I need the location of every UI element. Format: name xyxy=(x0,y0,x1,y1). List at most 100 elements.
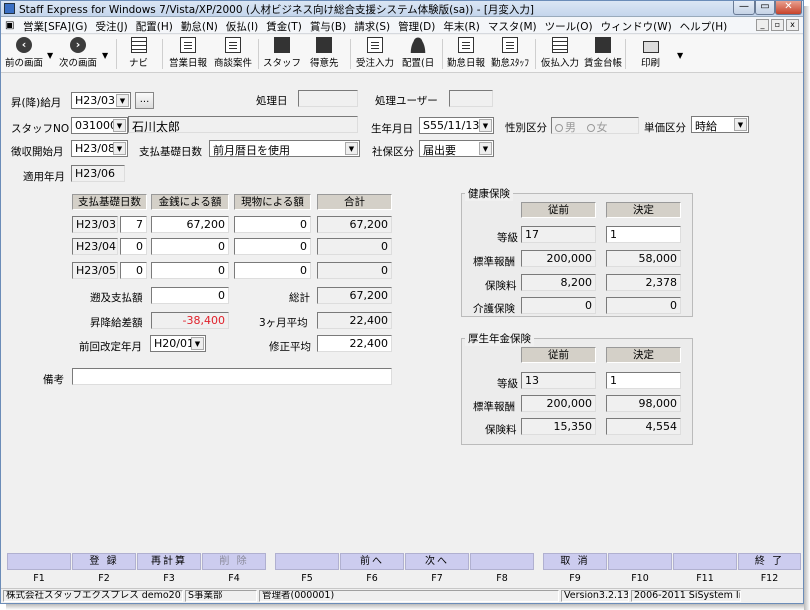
f9-cancel-button[interactable]: 取 消 xyxy=(543,553,607,570)
row1-kind-input[interactable]: 0 xyxy=(234,216,311,233)
prev-screen-button[interactable]: ‹ 前の画面 xyxy=(5,37,43,69)
minimize-button[interactable]: — xyxy=(733,1,755,15)
pension-grade-decided-input[interactable]: 1 xyxy=(606,372,681,389)
order-entry-button[interactable]: 受注入力 xyxy=(356,37,394,69)
child-close-button[interactable]: x xyxy=(786,19,799,31)
close-button[interactable]: ✕ xyxy=(775,1,802,15)
menu-wages[interactable]: 賃金(T) xyxy=(266,19,302,34)
print-dropdown-icon[interactable]: ▼ xyxy=(677,51,683,60)
order-icon xyxy=(367,37,383,53)
assignment-button[interactable]: 配置(日 xyxy=(402,37,434,69)
pension-grade-before: 13 xyxy=(521,372,596,389)
menu-help[interactable]: ヘルプ(H) xyxy=(680,19,728,34)
menu-advance[interactable]: 仮払(I) xyxy=(226,19,258,34)
staff-folder-icon xyxy=(274,37,290,53)
processing-user-label: 処理ユーザー xyxy=(375,95,438,107)
grand-total: 67,200 xyxy=(317,287,392,304)
row3-cash-input[interactable]: 0 xyxy=(151,262,229,279)
radio-male[interactable] xyxy=(555,124,563,132)
toolbar: ‹ 前の画面 ▼ › 次の画面 ▼ ナビ 営業日報 商談案件 スタッフ 得意先 … xyxy=(1,35,803,73)
maximize-button[interactable]: ▭ xyxy=(755,1,775,15)
menu-master[interactable]: マスタ(M) xyxy=(488,19,537,34)
document-edit-icon xyxy=(225,37,241,53)
wage-ledger-button[interactable]: 賃金台帳 xyxy=(584,37,622,69)
row3-kind-input[interactable]: 0 xyxy=(234,262,311,279)
next-dropdown-icon[interactable]: ▼ xyxy=(102,51,108,60)
birth-date-label: 生年月日 xyxy=(371,123,413,135)
attendance-staff-button[interactable]: 勤怠ｽﾀｯﾌ xyxy=(491,37,529,69)
menu-year-end[interactable]: 年末(R) xyxy=(443,19,480,34)
f11-key-label: F11 xyxy=(696,573,714,584)
chevron-down-icon: ▼ xyxy=(479,119,492,132)
f7-next-button[interactable]: 次へ xyxy=(405,553,469,570)
chevron-down-icon: ▼ xyxy=(113,119,126,132)
next-screen-button[interactable]: › 次の画面 xyxy=(59,37,97,69)
adjusted-avg-input[interactable]: 22,400 xyxy=(317,335,392,352)
f2-register-button[interactable]: 登 録 xyxy=(72,553,136,570)
child-restore-button[interactable]: ▫ xyxy=(771,19,784,31)
f11-button[interactable] xyxy=(673,553,737,570)
f6-prev-button[interactable]: 前へ xyxy=(340,553,404,570)
arrow-right-icon: › xyxy=(70,37,86,53)
remarks-input[interactable] xyxy=(72,368,392,385)
window-title: Staff Express for Windows 7/Vista/XP/200… xyxy=(19,4,535,16)
child-minimize-button[interactable]: _ xyxy=(756,19,769,31)
header-pay-days: 支払基礎日数 xyxy=(72,194,147,210)
menu-tools[interactable]: ツール(O) xyxy=(545,19,593,34)
f7-key-label: F7 xyxy=(431,573,443,584)
attendance-daily-button[interactable]: 勤怠日報 xyxy=(447,37,485,69)
f4-delete-button[interactable]: 削 除 xyxy=(202,553,266,570)
birth-date-select[interactable]: S55/11/13 ▼ xyxy=(419,117,494,134)
menu-orders[interactable]: 受注(J) xyxy=(95,19,127,34)
collection-start-select[interactable]: H23/08 ▼ xyxy=(71,140,128,157)
radio-female[interactable] xyxy=(586,124,595,132)
health-premium-label: 保険料 xyxy=(485,280,517,292)
staff-button[interactable]: スタッフ xyxy=(263,37,301,69)
ledger-icon xyxy=(595,37,611,53)
health-grade-decided-input[interactable]: 1 xyxy=(606,226,681,243)
f5-button[interactable] xyxy=(275,553,339,570)
menu-billing[interactable]: 請求(S) xyxy=(354,19,390,34)
avg3-label: 3ヶ月平均 xyxy=(259,317,308,329)
row1-cash-input[interactable]: 67,200 xyxy=(151,216,229,233)
menu-management[interactable]: 管理(D) xyxy=(398,19,435,34)
print-button[interactable]: 印刷 xyxy=(641,37,660,69)
row2-kind-input[interactable]: 0 xyxy=(234,238,311,255)
row3-days-input[interactable]: 0 xyxy=(120,262,147,279)
advance-entry-button[interactable]: 仮払入力 xyxy=(541,37,579,69)
social-ins-select[interactable]: 届出要 ▼ xyxy=(419,140,494,157)
f1-button[interactable] xyxy=(7,553,71,570)
child-window-icon[interactable]: ▣ xyxy=(5,20,14,31)
menu-assignment[interactable]: 配置(H) xyxy=(136,19,173,34)
menu-attendance[interactable]: 勤怠(N) xyxy=(181,19,218,34)
client-folder-icon xyxy=(316,37,333,53)
prev-dropdown-icon[interactable]: ▼ xyxy=(47,51,53,60)
row2-days-input[interactable]: 0 xyxy=(120,238,147,255)
menu-sales[interactable]: 営業[SFA](G) xyxy=(23,19,87,34)
f12-exit-button[interactable]: 終 了 xyxy=(738,553,801,570)
f8-button[interactable] xyxy=(470,553,534,570)
pay-base-days-select[interactable]: 前月暦日を使用 ▼ xyxy=(209,140,360,157)
f8-key-label: F8 xyxy=(496,573,508,584)
health-premium-before: 8,200 xyxy=(521,274,596,291)
menu-window[interactable]: ウィンドウ(W) xyxy=(601,19,672,34)
lookup-button[interactable]: ... xyxy=(135,92,154,109)
menu-bonus[interactable]: 賞与(B) xyxy=(310,19,346,34)
row1-days-input[interactable]: 7 xyxy=(120,216,147,233)
negotiation-button[interactable]: 商談案件 xyxy=(214,37,252,69)
row2-cash-input[interactable]: 0 xyxy=(151,238,229,255)
retro-pay-input[interactable]: 0 xyxy=(151,287,229,304)
f3-recalculate-button[interactable]: 再計算 xyxy=(137,553,201,570)
unit-price-select[interactable]: 時給 ▼ xyxy=(691,116,749,133)
navi-button[interactable]: ナビ xyxy=(129,37,148,69)
pension-header-before: 従前 xyxy=(521,347,596,363)
last-revision-select[interactable]: H20/01 ▼ xyxy=(150,335,206,352)
f10-button[interactable] xyxy=(608,553,672,570)
health-grade-before: 17 xyxy=(521,226,596,243)
promotion-month-select[interactable]: H23/03 ▼ xyxy=(71,92,131,109)
staff-no-select[interactable]: 031000 ▼ xyxy=(71,117,128,134)
health-header-decided: 決定 xyxy=(606,202,681,218)
sales-daily-button[interactable]: 営業日報 xyxy=(169,37,207,69)
f5-key-label: F5 xyxy=(301,573,313,584)
client-button[interactable]: 得意先 xyxy=(310,37,339,69)
